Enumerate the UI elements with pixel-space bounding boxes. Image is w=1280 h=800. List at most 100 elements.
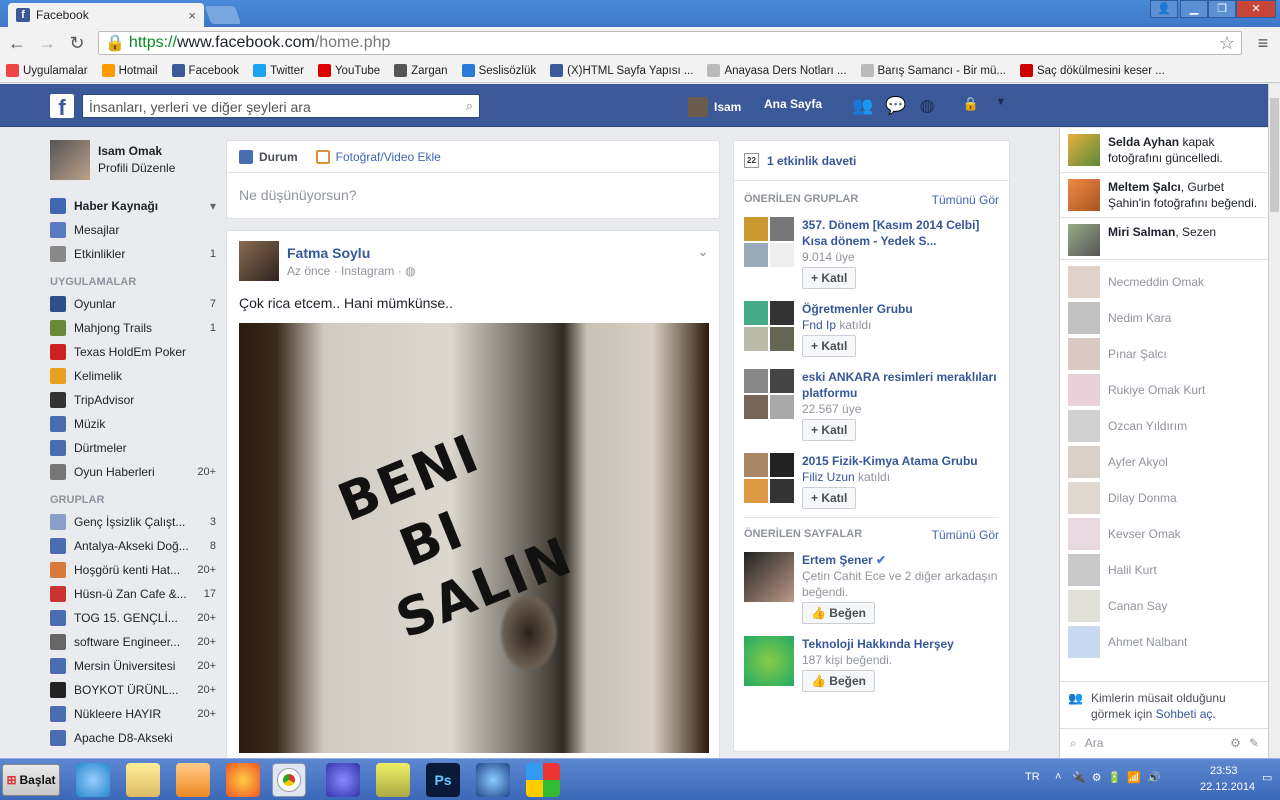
scrollbar-thumb[interactable] [1270, 98, 1279, 212]
contact-item[interactable]: Ozcan Yıldırım [1060, 408, 1268, 444]
apps-item[interactable]: TripAdvisor [50, 388, 216, 412]
group-sub-link[interactable]: Filiz Uzun [802, 470, 855, 484]
new-tab-button[interactable] [204, 6, 242, 24]
bookmark-item[interactable]: (X)HTML Sayfa Yapısı ... [550, 64, 693, 77]
minimize-button[interactable]: ▁ [1180, 0, 1208, 18]
bookmark-item[interactable]: Seslisözlük [461, 64, 536, 77]
contact-item[interactable]: Dilay Donma [1060, 480, 1268, 516]
apps-item[interactable]: Texas HoldEm Poker [50, 340, 216, 364]
tool-icon[interactable] [376, 763, 410, 797]
groups-item[interactable]: BOYKOT ÜRÜNL... 20+ [50, 678, 216, 702]
groups-item[interactable]: software Engineer... 20+ [50, 630, 216, 654]
group-name[interactable]: eski ANKARA resimleri meraklıları platfo… [802, 369, 999, 401]
app-icon[interactable] [526, 763, 560, 797]
contact-item[interactable]: Ahmet Nalbant [1060, 624, 1268, 660]
edit-profile-link[interactable]: Profili Düzenle [98, 161, 175, 175]
contact-item[interactable]: Necmeddin Omak [1060, 264, 1268, 300]
clock-time[interactable]: 23:53 [1210, 765, 1238, 777]
search-icon[interactable]: ⌕ [466, 98, 473, 114]
join-group-button[interactable]: + Katıl [802, 335, 857, 357]
like-page-button[interactable]: 👍 Beğen [802, 670, 875, 692]
internet-explorer-icon[interactable] [76, 763, 110, 797]
ticker-name[interactable]: Miri Salman [1108, 225, 1175, 239]
ticker-item[interactable]: Selda Ayhan kapak fotoğrafını güncelledi… [1060, 128, 1268, 173]
page-name[interactable]: Ertem Şener [802, 553, 873, 567]
group-thumbnails[interactable] [744, 301, 794, 357]
group-thumbnails[interactable] [744, 453, 794, 509]
explorer-folder-icon[interactable] [126, 763, 160, 797]
bookmark-item[interactable]: Barış Samancı - Bir mü... [860, 64, 1006, 77]
contact-item[interactable]: Canan Say [1060, 588, 1268, 624]
profile-link[interactable]: Isam [688, 97, 741, 117]
bookmark-item[interactable]: Anayasa Ders Notları ... [707, 64, 847, 77]
contact-item[interactable]: Nedim Kara [1060, 300, 1268, 336]
facebook-logo[interactable]: f [50, 94, 74, 118]
apps-item[interactable]: Dürtmeler [50, 436, 216, 460]
reload-icon[interactable]: ↻ [68, 33, 86, 54]
groups-item[interactable]: Genç İşsizlik Çalışt... 3 [50, 510, 216, 534]
main_items-item[interactable]: Mesajlar [50, 218, 216, 242]
group-name[interactable]: Öğretmenler Grubu [802, 301, 913, 317]
bookmark-item[interactable]: YouTube [317, 64, 380, 77]
chevron-down-icon[interactable]: ▾ [210, 199, 216, 213]
see-all-groups-link[interactable]: Tümünü Gör [932, 193, 999, 207]
page-name[interactable]: Teknoloji Hakkında Herşey [802, 637, 954, 651]
close-window-button[interactable]: ✕ [1236, 0, 1276, 18]
groups-item[interactable]: Mersin Üniversitesi 20+ [50, 654, 216, 678]
apps-item[interactable]: Müzik [50, 412, 216, 436]
bookmark-star-icon[interactable]: ☆ [1219, 33, 1235, 54]
groups-item[interactable]: Hoşgörü kenti Hat... 20+ [50, 558, 216, 582]
page-photo[interactable] [744, 636, 794, 686]
see-all-pages-link[interactable]: Tümünü Gör [932, 528, 999, 542]
url-bar[interactable]: 🔒 https:// www.facebook.com /home.php ☆ [98, 31, 1242, 55]
friend-requests-icon[interactable]: 👥 [852, 96, 874, 116]
group-name[interactable]: 357. Dönem [Kasım 2014 Celbi] Kısa dönem… [802, 217, 999, 249]
bookmark-item[interactable]: Twitter [253, 64, 304, 77]
join-group-button[interactable]: + Katıl [802, 419, 857, 441]
main_items-item[interactable]: Etkinlikler 1 [50, 242, 216, 266]
join-group-button[interactable]: + Katıl [802, 487, 857, 509]
tray-icons[interactable]: 🔌⚙🔋📶🔊 [1072, 771, 1167, 784]
group-name[interactable]: 2015 Fizik-Kimya Atama Grubu [802, 453, 978, 469]
clock-date[interactable]: 22.12.2014 [1200, 781, 1255, 793]
event-invites-link[interactable]: 22 1 etkinlik daveti [734, 141, 1009, 181]
chat-search-input[interactable]: ⌕ Ara ⚙ ✎ [1060, 728, 1269, 758]
forward-arrow-icon[interactable]: → [38, 33, 56, 54]
privacy-lock-icon[interactable]: 🔒 [960, 96, 982, 116]
main_items-item[interactable]: Haber Kaynağı ▾ [50, 194, 216, 218]
groups-item[interactable]: Hüsn-ü Zan Cafe &... 17 [50, 582, 216, 606]
contact-item[interactable]: Kevser Omak [1060, 516, 1268, 552]
page-scrollbar[interactable] [1268, 84, 1280, 758]
search-input[interactable]: İnsanları, yerleri ve diğer şeyleri ara … [82, 94, 480, 118]
avatar[interactable] [239, 241, 279, 281]
bookmark-item[interactable]: Zargan [394, 64, 448, 77]
groups-item[interactable]: Apache D8-Akseki [50, 726, 216, 750]
messages-icon[interactable]: 💬 [885, 96, 907, 116]
ticker-item[interactable]: Miri Salman, Sezen [1060, 218, 1268, 259]
tab-close-icon[interactable]: × [188, 8, 196, 23]
compose-icon[interactable]: ✎ [1249, 736, 1259, 751]
groups-item[interactable]: TOG 15. GENÇLİ... 20+ [50, 606, 216, 630]
tab-status[interactable]: Durum [239, 149, 298, 164]
menu-icon[interactable]: ≡ [1254, 33, 1272, 54]
chevron-down-icon[interactable]: ⌄ [697, 243, 709, 260]
ticker-name[interactable]: Meltem Şalcı [1108, 180, 1181, 194]
media-player-icon[interactable] [176, 763, 210, 797]
groups-item[interactable]: Nükleere HAYIR 20+ [50, 702, 216, 726]
page-photo[interactable] [744, 552, 794, 602]
google-earth-icon[interactable] [476, 763, 510, 797]
firefox-icon[interactable] [226, 763, 260, 797]
app-icon[interactable] [326, 763, 360, 797]
profile-block[interactable]: Isam Omak Profili Düzenle [50, 140, 216, 180]
contact-item[interactable]: Halil Kurt [1060, 552, 1268, 588]
chrome-icon[interactable] [272, 763, 306, 797]
contact-item[interactable]: Rukiye Omak Kurt [1060, 372, 1268, 408]
back-arrow-icon[interactable]: ← [8, 33, 26, 54]
ticker-name[interactable]: Selda Ayhan [1108, 135, 1179, 149]
browser-tab[interactable]: f Facebook × [8, 3, 204, 27]
language-indicator[interactable]: TR [1025, 771, 1040, 783]
profile-name[interactable]: Isam Omak [98, 144, 175, 158]
contact-item[interactable]: Ayfer Akyol [1060, 444, 1268, 480]
like-page-button[interactable]: 👍 Beğen [802, 602, 875, 624]
post-meta[interactable]: Az önce · Instagram · [287, 264, 402, 278]
